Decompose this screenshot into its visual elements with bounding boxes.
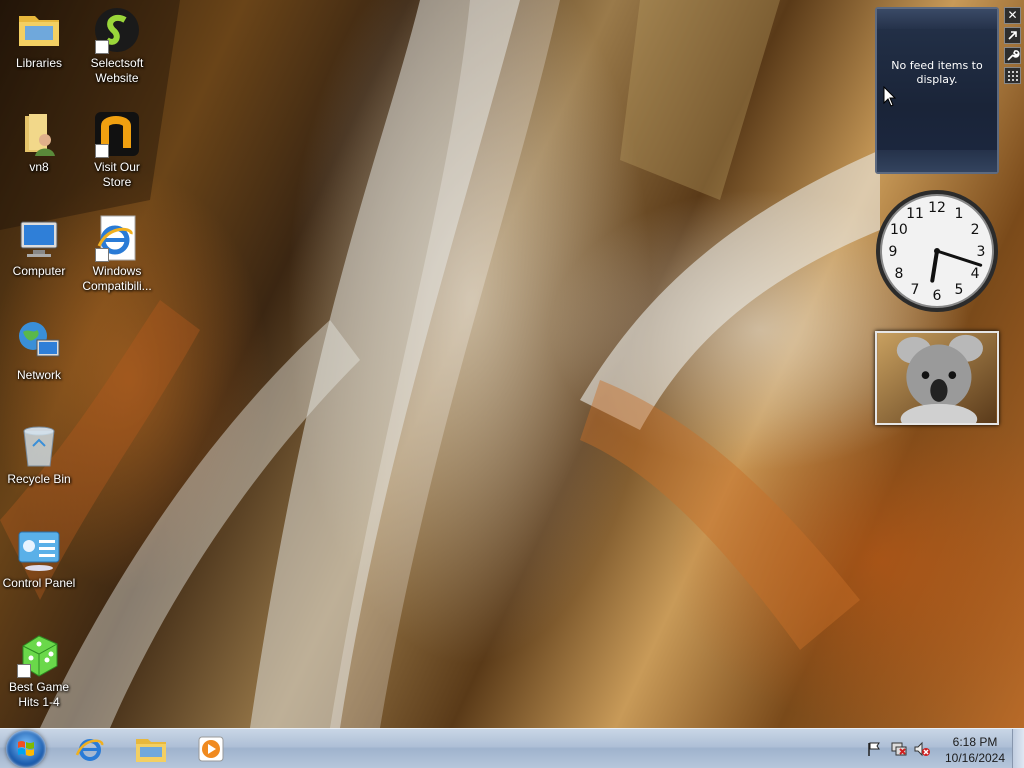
resize-icon — [1008, 31, 1017, 40]
windows-logo-icon — [18, 741, 34, 756]
desktop-icon-label: Control Panel — [2, 576, 76, 590]
taskbar-windows-explorer[interactable] — [123, 732, 179, 766]
desktop-icon-control-panel[interactable]: Control Panel — [0, 526, 78, 591]
desktop-icon-visit-our-store[interactable]: Visit Our Store — [78, 110, 156, 190]
libraries-folder-icon — [19, 16, 59, 46]
clock-numeral: 12 — [928, 200, 946, 216]
desktop-icon-selectsoft-website[interactable]: Selectsoft Website — [78, 6, 156, 86]
desktop-icon-label: Network — [16, 368, 61, 382]
shortcut-arrow-icon — [17, 664, 31, 678]
desktop-icon-label: Libraries — [15, 56, 63, 70]
taskbar: 6:18 PM 10/16/2024 — [0, 728, 1024, 768]
desktop-icon-libraries[interactable]: Libraries — [0, 6, 78, 71]
clock-numeral: 7 — [911, 282, 920, 298]
desktop-icon-label: Windows Compatibili... — [82, 264, 152, 293]
desktop-icon-label: Computer — [12, 264, 66, 278]
gadget-options-button[interactable] — [1004, 47, 1021, 64]
feed-empty-message: No feed items to display. — [891, 59, 983, 86]
gadget-footer — [877, 150, 997, 172]
notification-area: 6:18 PM 10/16/2024 — [860, 729, 1024, 768]
clock-numeral: 10 — [890, 222, 908, 238]
shortcut-arrow-icon — [95, 248, 109, 262]
start-button[interactable] — [6, 730, 46, 768]
shortcut-arrow-icon — [95, 40, 109, 54]
clock-numeral: 9 — [889, 244, 898, 260]
media-player-icon — [198, 736, 224, 762]
computer-icon — [20, 221, 58, 257]
gadget-header — [877, 9, 997, 29]
gadget-size-button[interactable] — [1004, 27, 1021, 44]
windows-explorer-icon — [136, 739, 166, 762]
clock-numeral: 2 — [971, 222, 980, 238]
action-center-flag-icon[interactable] — [866, 741, 882, 757]
network-globe-icon — [19, 322, 60, 357]
clock-gadget[interactable]: 1 2 3 4 5 6 7 8 9 10 11 12 — [874, 188, 1000, 314]
desktop-icon-label: vn8 — [29, 160, 49, 174]
desktop-icon-vn8[interactable]: vn8 — [0, 110, 78, 175]
clock-numeral: 1 — [955, 206, 964, 222]
wrench-icon — [1007, 50, 1020, 61]
desktop-icon-label: Selectsoft Website — [90, 56, 144, 85]
taskbar-clock[interactable]: 6:18 PM 10/16/2024 — [940, 734, 1010, 766]
show-desktop-button[interactable] — [1012, 729, 1024, 768]
desktop-icon-recycle-bin[interactable]: Recycle Bin — [0, 422, 78, 487]
mouse-cursor-icon — [883, 86, 897, 107]
desktop-icon-label: Recycle Bin — [7, 472, 71, 486]
koala-photo — [877, 333, 997, 423]
internet-explorer-icon — [75, 739, 104, 761]
clock-numeral: 8 — [894, 266, 903, 282]
desktop-icon-computer[interactable]: Computer — [0, 214, 78, 279]
taskbar-internet-explorer[interactable] — [62, 732, 118, 766]
analog-clock-face: 1234567891011 12 — [876, 190, 998, 312]
taskbar-media-player[interactable] — [183, 732, 239, 766]
desktop-icon-windows-compatibility[interactable]: Windows Compatibili... — [78, 214, 156, 294]
desktop-icon-best-game-hits[interactable]: Best Game Hits 1-4 — [0, 630, 78, 710]
user-folder-icon — [25, 114, 55, 156]
taskbar-date: 10/16/2024 — [944, 751, 1006, 765]
control-panel-icon — [18, 531, 60, 571]
clock-numeral: 6 — [933, 288, 942, 304]
clock-numeral: 5 — [955, 282, 964, 298]
network-icon[interactable] — [891, 741, 907, 757]
volume-muted-icon[interactable] — [914, 741, 930, 757]
clock-numeral: 3 — [977, 244, 986, 260]
shortcut-arrow-icon — [95, 144, 109, 158]
recycle-bin-icon — [23, 426, 55, 467]
taskbar-time: 6:18 PM — [952, 735, 998, 749]
clock-numeral: 4 — [971, 266, 980, 282]
drag-grip-icon — [1008, 71, 1018, 81]
slideshow-gadget[interactable] — [875, 331, 999, 425]
clock-numeral: 11 — [906, 206, 924, 222]
gadget-toolbar: ✕ — [1004, 7, 1022, 87]
desktop-icon-network[interactable]: Network — [0, 318, 78, 383]
gadget-close-button[interactable]: ✕ — [1004, 7, 1021, 24]
desktop-icon-label: Best Game Hits 1-4 — [8, 680, 70, 709]
gadget-drag-handle[interactable] — [1004, 67, 1021, 84]
desktop-icon-label: Visit Our Store — [94, 160, 140, 189]
